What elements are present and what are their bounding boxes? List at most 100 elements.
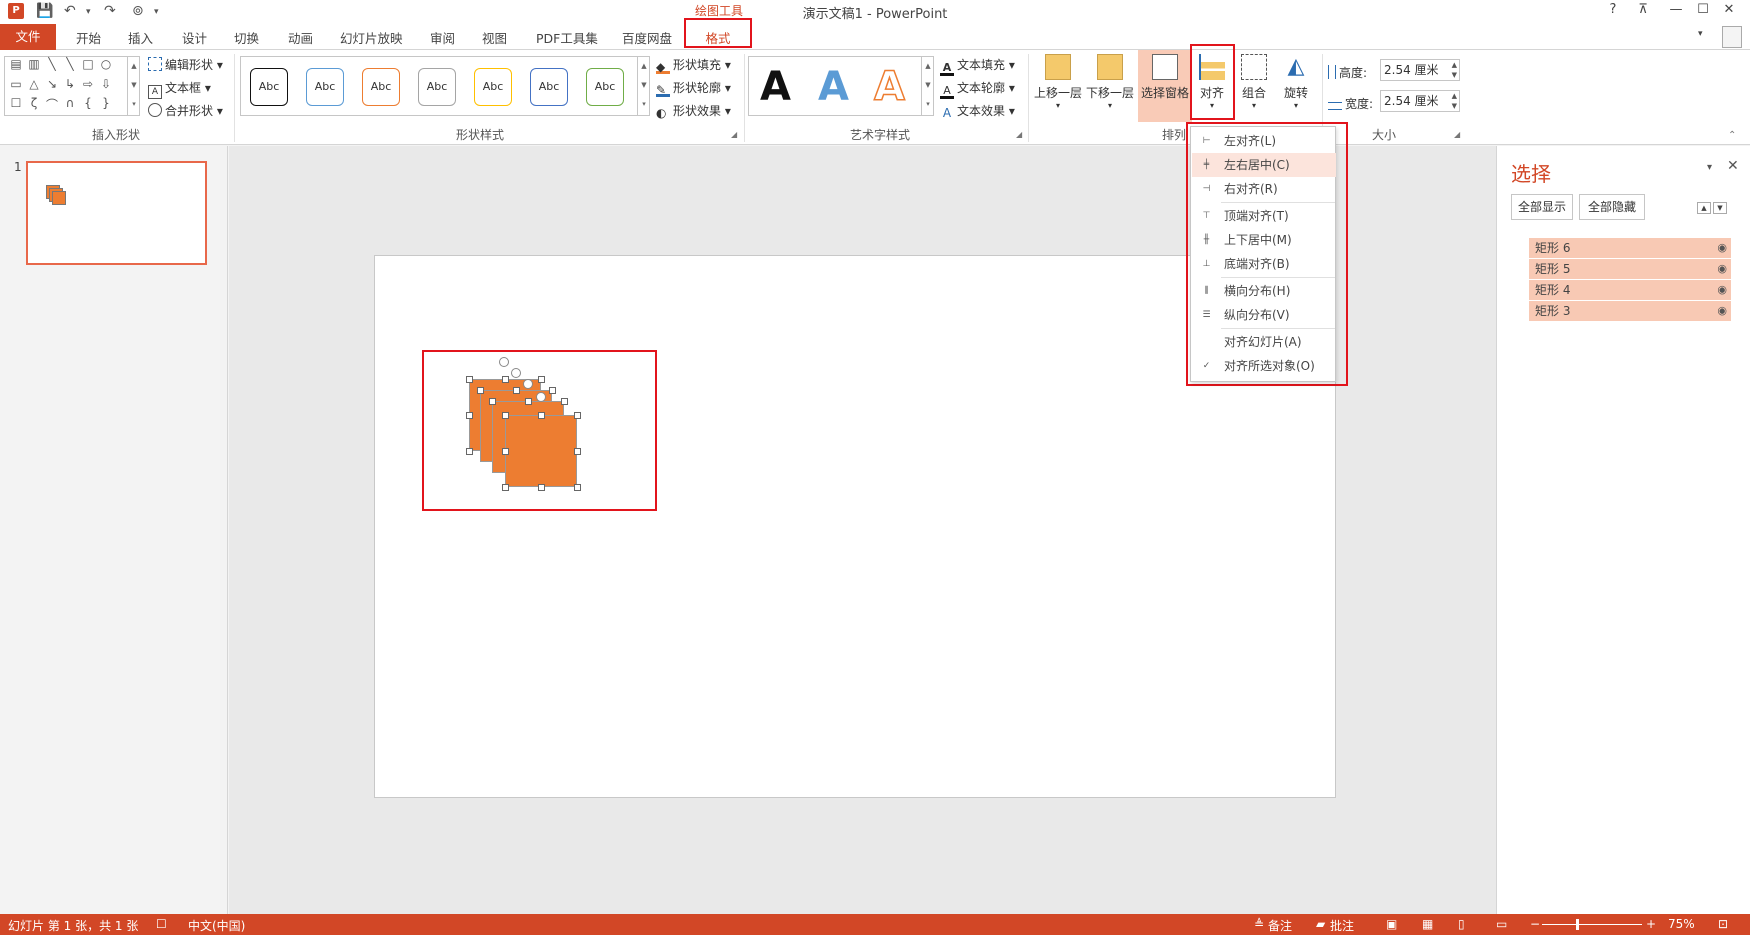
zoom-slider-thumb[interactable] (1576, 919, 1579, 930)
zoom-out-icon[interactable]: − (1530, 917, 1540, 931)
bring-forward-button[interactable]: 上移一层 ▾ (1032, 54, 1084, 110)
shape-triangle-icon[interactable]: △ (25, 77, 43, 91)
menu-align-bottom[interactable]: ⊥ 底端对齐(B) (1192, 252, 1336, 276)
shape-effects-button[interactable]: ◐ 形状效果 ▾ (656, 102, 731, 120)
tab-home[interactable]: 开始 (76, 28, 101, 47)
tab-baidu-netdisk[interactable]: 百度网盘 (622, 28, 672, 47)
eye-icon[interactable]: ◉ (1717, 301, 1727, 321)
language-indicator[interactable]: 中文(中国) (188, 917, 245, 934)
shape-styles-gallery-scroll[interactable]: ▲ ▼ ▾ (637, 57, 650, 115)
bring-forward-layer-icon[interactable]: ▲ (1697, 202, 1711, 214)
shape-elbow-icon[interactable]: ↳ (61, 77, 79, 91)
notes-button[interactable]: 备注 (1268, 917, 1292, 934)
tab-slideshow[interactable]: 幻灯片放映 (340, 28, 403, 47)
tab-pdf-tools[interactable]: PDF工具集 (536, 28, 598, 47)
wordart-gallery-scroll[interactable]: ▲ ▼ ▾ (921, 57, 934, 115)
menu-distribute-horizontally[interactable]: ⫼ 横向分布(H) (1192, 279, 1336, 303)
slide-thumbnail[interactable] (26, 161, 207, 265)
shape-rectangle-icon[interactable]: □ (79, 57, 97, 71)
tab-file[interactable]: 文件 (0, 24, 56, 50)
edit-shape-button[interactable]: 编辑形状 ▾ (148, 56, 223, 73)
spellcheck-icon[interactable]: ☐ (156, 917, 167, 931)
layer-item[interactable]: 矩形 5 ◉ (1529, 259, 1731, 279)
size-launcher-icon[interactable]: ◢ (1454, 130, 1460, 139)
shape-left-brace-icon[interactable]: { (79, 96, 97, 110)
shape-style-preset-4[interactable]: Abc (418, 68, 456, 106)
shape-style-preset-7[interactable]: Abc (586, 68, 624, 106)
layer-item[interactable]: 矩形 4 ◉ (1529, 280, 1731, 300)
tab-review[interactable]: 审阅 (430, 28, 455, 47)
tab-transitions[interactable]: 切换 (234, 28, 259, 47)
wordart-preset-blue[interactable]: A (818, 64, 849, 110)
shape-oval-icon[interactable]: ○ (97, 57, 115, 71)
eye-icon[interactable]: ◉ (1717, 259, 1727, 279)
comments-button[interactable]: 批注 (1330, 917, 1354, 934)
shape-style-preset-3[interactable]: Abc (362, 68, 400, 106)
reading-view-icon[interactable]: ▯ (1458, 917, 1465, 931)
shape-style-preset-1[interactable]: Abc (250, 68, 288, 106)
shape-arrow-line-icon[interactable]: ╲ (61, 57, 79, 71)
shape-connector-icon[interactable]: ↘ (43, 77, 61, 91)
shape-style-preset-6[interactable]: Abc (530, 68, 568, 106)
help-icon[interactable]: ? (1602, 2, 1624, 17)
menu-align-middle[interactable]: ╫ 上下居中(M) (1192, 228, 1336, 252)
tab-insert[interactable]: 插入 (128, 28, 153, 47)
layer-item[interactable]: 矩形 6 ◉ (1529, 238, 1731, 258)
maximize-icon[interactable]: ☐ (1692, 2, 1714, 17)
send-backward-layer-icon[interactable]: ▼ (1713, 202, 1727, 214)
collapse-ribbon-icon[interactable]: ⌃ (1728, 130, 1736, 141)
merge-shapes-button[interactable]: 合并形状 ▾ (148, 102, 223, 119)
zoom-level[interactable]: 75% (1668, 917, 1695, 931)
normal-view-icon[interactable]: ▣ (1386, 917, 1397, 931)
pane-close-icon[interactable]: ✕ (1727, 158, 1739, 174)
account-dropdown-icon[interactable]: ▾ (1698, 29, 1703, 39)
menu-distribute-vertically[interactable]: ☰ 纵向分布(V) (1192, 303, 1336, 327)
tab-design[interactable]: 设计 (182, 28, 207, 47)
width-input[interactable]: 2.54 厘米 ▲ ▼ (1380, 90, 1460, 112)
tab-view[interactable]: 视图 (482, 28, 507, 47)
menu-align-right[interactable]: ⊣ 右对齐(R) (1192, 177, 1336, 201)
width-spin-icon[interactable]: ▲ ▼ (1452, 91, 1457, 111)
menu-align-left[interactable]: ⊢ 左对齐(L) (1192, 129, 1336, 153)
shape-textbox-icon[interactable]: ▤ (7, 57, 25, 71)
text-effects-button[interactable]: A 文本效果 ▾ (940, 102, 1015, 121)
shape-right-brace-icon[interactable]: } (97, 96, 115, 110)
height-input[interactable]: 2.54 厘米 ▲ ▼ (1380, 59, 1460, 81)
send-backward-button[interactable]: 下移一层 ▾ (1084, 54, 1136, 110)
wordart-launcher-icon[interactable]: ◢ (1016, 130, 1022, 139)
zoom-in-icon[interactable]: + (1646, 917, 1656, 931)
text-box-button[interactable]: A 文本框 ▾ (148, 79, 211, 99)
shape-styles-launcher-icon[interactable]: ◢ (731, 130, 737, 139)
tab-animations[interactable]: 动画 (288, 28, 313, 47)
menu-align-to-slide[interactable]: 对齐幻灯片(A) (1192, 330, 1336, 354)
eye-icon[interactable]: ◉ (1717, 238, 1727, 258)
hide-all-button[interactable]: 全部隐藏 (1579, 194, 1645, 220)
rotate-button[interactable]: ◭ 旋转 ▾ (1276, 54, 1316, 110)
shape-line-icon[interactable]: ╲ (43, 57, 61, 71)
layer-item[interactable]: 矩形 3 ◉ (1529, 301, 1731, 321)
zoom-slider[interactable] (1542, 924, 1642, 925)
slide-sorter-icon[interactable]: ▦ (1422, 917, 1433, 931)
pane-options-icon[interactable]: ▾ (1707, 162, 1712, 173)
shapes-gallery[interactable]: ▤ ▥ ╲ ╲ □ ○ ▭ △ ↘ ↳ ⇨ ⇩ ☐ ζ ⌒ ∩ { } ▲ ▼ ▾ (4, 56, 140, 116)
shape-curve-icon[interactable]: ∩ (61, 96, 79, 110)
shape-outline-button[interactable]: ✎ 形状轮廓 ▾ (656, 79, 731, 97)
tab-format[interactable]: 格式 (684, 28, 752, 47)
shape-style-preset-5[interactable]: Abc (474, 68, 512, 106)
shape-freeform-icon[interactable]: ☐ (7, 96, 25, 110)
menu-align-selected-objects[interactable]: ✓ 对齐所选对象(O) (1192, 354, 1336, 378)
shapes-gallery-scroll[interactable]: ▲ ▼ ▾ (127, 57, 140, 115)
selection-pane-button[interactable]: 选择窗格 (1138, 50, 1192, 122)
menu-align-center[interactable]: ╪ 左右居中(C) (1192, 153, 1336, 177)
minimize-icon[interactable]: — (1665, 2, 1687, 17)
comments-icon[interactable]: ▰ (1316, 917, 1325, 931)
shape-right-arrow-icon[interactable]: ⇨ (79, 77, 97, 91)
text-fill-button[interactable]: A 文本填充 ▾ (940, 56, 1015, 76)
slideshow-icon[interactable]: ▭ (1496, 917, 1507, 931)
shape-scribble-icon[interactable]: ζ (25, 96, 43, 110)
eye-icon[interactable]: ◉ (1717, 280, 1727, 300)
group-button[interactable]: 组合 ▾ (1236, 54, 1272, 110)
show-all-button[interactable]: 全部显示 (1511, 194, 1573, 220)
text-outline-button[interactable]: A 文本轮廓 ▾ (940, 79, 1015, 99)
height-spin-icon[interactable]: ▲ ▼ (1452, 60, 1457, 80)
